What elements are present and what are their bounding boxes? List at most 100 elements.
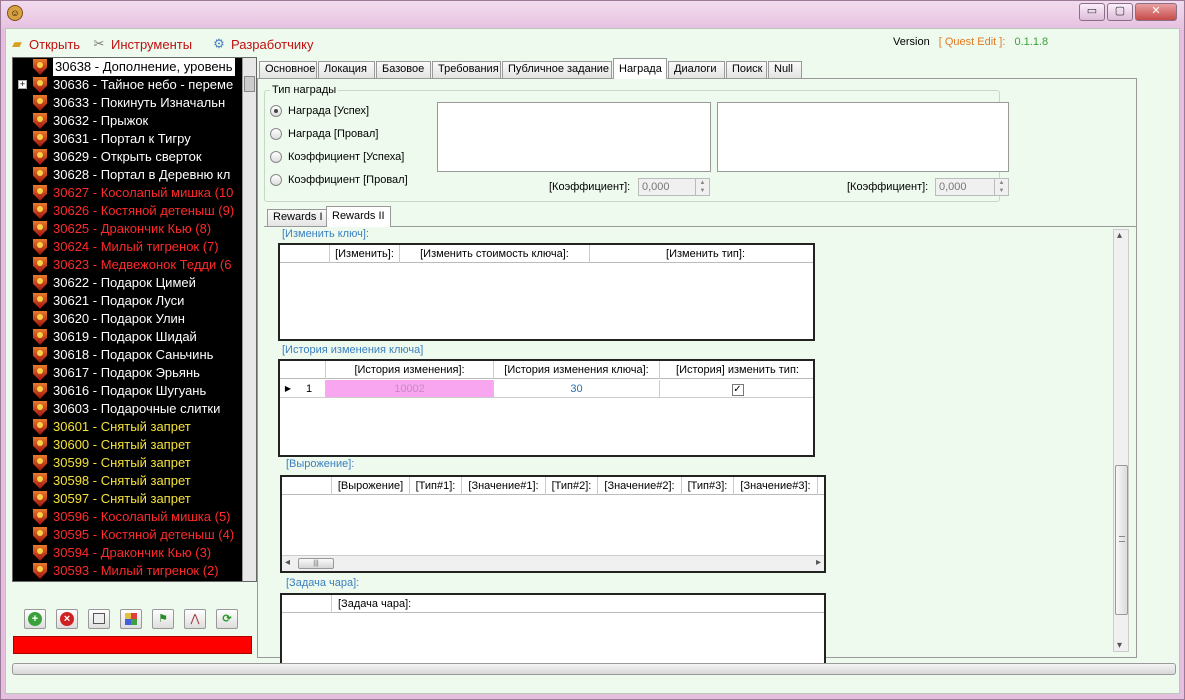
checkbox-checked[interactable]: ✓	[731, 384, 744, 396]
expand-icon[interactable]: +	[18, 80, 27, 89]
tree-item[interactable]: 30595 - Костяной детеныш (4)	[13, 526, 243, 544]
quest-tree[interactable]: 30638 - Дополнение, уровень +30636 - Тайн…	[12, 57, 257, 582]
compass-button[interactable]: ⋀	[184, 609, 206, 629]
close-button[interactable]: ✕	[1135, 3, 1177, 21]
tree-item[interactable]: 30618 - Подарок Саньчинь	[13, 346, 243, 364]
tab-6[interactable]: Диалоги	[668, 61, 725, 78]
cell-history-change[interactable]: 10002	[326, 380, 494, 398]
tree-item[interactable]: 30628 - Портал в Деревню кл	[13, 166, 243, 184]
tree-item[interactable]: 30632 - Прыжок	[13, 112, 243, 130]
subtab-rewards-1[interactable]: Rewards I	[267, 209, 329, 227]
tree-item[interactable]: 30598 - Снятый запрет	[13, 472, 243, 490]
reward-text-right[interactable]	[717, 102, 1009, 172]
tree-item[interactable]: 30603 - Подарочные слитки	[13, 400, 243, 418]
tree-item[interactable]: 30622 - Подарок Цимей	[13, 274, 243, 292]
tree-item[interactable]: 30638 - Дополнение, уровень	[13, 58, 243, 76]
tree-item-label: 30623 - Медвежонок Тедди (6	[53, 257, 232, 272]
tree-item[interactable]: 30633 - Покинуть Изначальн	[13, 94, 243, 112]
grid-view-button[interactable]	[120, 609, 142, 629]
hscroll-thumb[interactable]: |||	[298, 558, 334, 569]
tree-item[interactable]: 30631 - Портал к Тигру	[13, 130, 243, 148]
menu-open[interactable]: ▰ Открыть	[9, 36, 80, 52]
col-row-header	[282, 477, 332, 495]
tree-item[interactable]: +30636 - Тайное небо - переме	[13, 76, 243, 94]
minimize-button[interactable]: ▭	[1079, 3, 1105, 21]
tree-item[interactable]: 30621 - Подарок Луси	[13, 292, 243, 310]
tree-item[interactable]: 30623 - Медвежонок Тедди (6	[13, 256, 243, 274]
tree-item[interactable]: 30617 - Подарок Эрьянь	[13, 364, 243, 382]
panel-vscrollbar[interactable]: ▴ ▾	[1113, 229, 1129, 652]
change-key-grid[interactable]: [Изменить]: [Изменить стоимость ключа]: …	[278, 243, 815, 341]
tree-item[interactable]: 30629 - Открыть сверток	[13, 148, 243, 166]
tab-8[interactable]: Null	[768, 61, 802, 78]
refresh-button[interactable]: ⟳	[216, 609, 238, 629]
tab-5[interactable]: Награда	[613, 58, 667, 79]
tree-item[interactable]: 30619 - Подарок Шидай	[13, 328, 243, 346]
grid-icon	[125, 613, 137, 625]
tree-scroll-thumb[interactable]	[244, 76, 255, 92]
tab-4[interactable]: Публичное задание	[502, 61, 612, 78]
tab-0[interactable]: Основное	[259, 61, 317, 78]
tree-item[interactable]: 30620 - Подарок Улин	[13, 310, 243, 328]
expression-hscrollbar[interactable]: ◂ ||| ▸	[282, 555, 824, 571]
menu-tools[interactable]: ✂ Инструменты	[91, 36, 193, 52]
spinner-icon[interactable]: ▲ ▼	[695, 179, 709, 195]
menu-developer[interactable]: ⚙ Разработчику	[211, 36, 313, 52]
scroll-down-icon[interactable]: ▾	[1117, 640, 1122, 651]
tree-item[interactable]: 30601 - Снятый запрет	[13, 418, 243, 436]
tree-item-label: 30595 - Костяной детеныш (4)	[53, 527, 235, 542]
delete-button[interactable]: ×	[56, 609, 78, 629]
grid-header: [Задача чара]:	[282, 595, 824, 613]
col-change-type: [Изменить тип]:	[666, 248, 745, 260]
spell-task-grid[interactable]: [Задача чара]:	[280, 593, 826, 663]
tools-icon: ✂	[93, 36, 105, 51]
subtab-rewards-2[interactable]: Rewards II	[326, 206, 391, 227]
maximize-button[interactable]: ▢	[1107, 3, 1133, 21]
flag-button[interactable]: ⚑	[152, 609, 174, 629]
grid-header: [Вырожение] [Тип#1]: [Значение#1]: [Тип#…	[282, 477, 824, 495]
radio-coef-success[interactable]: Коэффициент [Успеха]	[270, 151, 404, 163]
tree-item[interactable]: 30599 - Снятый запрет	[13, 454, 243, 472]
key-history-grid[interactable]: [История изменения]: [История изменения …	[278, 359, 815, 457]
tree-item[interactable]: 30616 - Подарок Шугуань	[13, 382, 243, 400]
tab-3[interactable]: Требования	[432, 61, 501, 78]
tree-item[interactable]: 30596 - Косолапый мишка (5)	[13, 508, 243, 526]
scroll-up-icon[interactable]: ▴	[1117, 230, 1122, 241]
quest-shield-icon	[33, 239, 47, 255]
tab-1[interactable]: Локация	[318, 61, 375, 78]
scroll-left-icon[interactable]: ◂	[285, 557, 290, 568]
tree-item[interactable]: 30625 - Дракончик Кью (8)	[13, 220, 243, 238]
radio-coef-fail[interactable]: Коэффициент [Провал]	[270, 174, 408, 186]
radio-reward-success[interactable]: Награда [Успех]	[270, 105, 369, 117]
quest-shield-icon	[33, 473, 47, 489]
tab-7[interactable]: Поиск	[726, 61, 767, 78]
tab-2[interactable]: Базовое	[376, 61, 431, 78]
col-history-type: [История] изменить тип:	[676, 364, 799, 376]
cell-history-type[interactable]: ✓	[660, 380, 813, 398]
radio-reward-fail[interactable]: Награда [Провал]	[270, 128, 378, 140]
tree-item[interactable]: 30627 - Косолапый мишка (10	[13, 184, 243, 202]
tree-item[interactable]: 30597 - Снятый запрет	[13, 490, 243, 508]
version-info: Version [ Quest Edit ]: 0.1.1.8	[893, 36, 1048, 48]
tree-item[interactable]: 30600 - Снятый запрет	[13, 436, 243, 454]
reward-type-title: Тип награды	[270, 84, 339, 96]
tree-item[interactable]: 30594 - Дракончик Кью (3)	[13, 544, 243, 562]
table-row[interactable]: ▶ 1 10002 30 ✓	[280, 380, 813, 399]
scroll-right-icon[interactable]: ▸	[816, 557, 821, 568]
quest-shield-icon	[33, 401, 47, 417]
tree-item[interactable]: 30626 - Костяной детеныш (9)	[13, 202, 243, 220]
expression-grid[interactable]: [Вырожение] [Тип#1]: [Значение#1]: [Тип#…	[280, 475, 826, 573]
tree-item[interactable]: 30593 - Милый тигренок (2)	[13, 562, 243, 580]
reward-text-left[interactable]	[437, 102, 711, 172]
vscroll-thumb[interactable]	[1115, 465, 1128, 615]
tree-item[interactable]: 30624 - Милый тигренок (7)	[13, 238, 243, 256]
row-marker-icon: ▶	[280, 380, 296, 398]
tree-item-label: 30621 - Подарок Луси	[53, 293, 185, 308]
tree-scrollbar[interactable]	[242, 58, 256, 581]
window-button[interactable]	[88, 609, 110, 629]
cell-history-key[interactable]: 30	[494, 380, 660, 398]
coef-input-right[interactable]: 0,000 ▲ ▼	[935, 178, 1009, 196]
coef-input-left[interactable]: 0,000 ▲ ▼	[638, 178, 710, 196]
spinner-icon[interactable]: ▲ ▼	[994, 179, 1008, 195]
add-button[interactable]: +	[24, 609, 46, 629]
